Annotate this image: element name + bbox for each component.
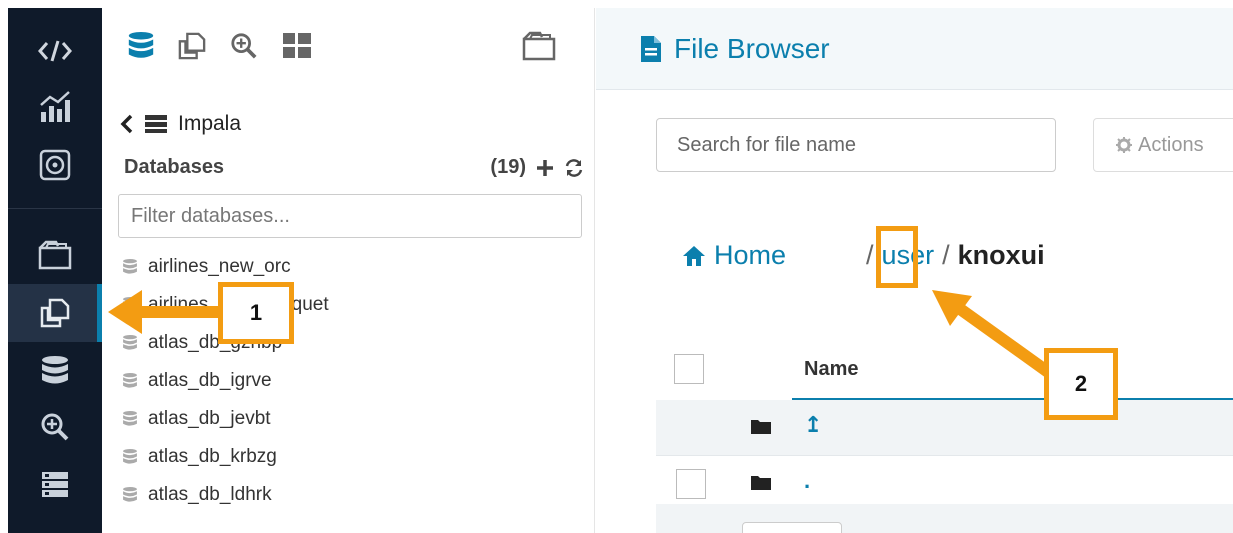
arrow-2-shaft (952, 301, 1052, 377)
callout-box-1: 1 (218, 282, 294, 344)
arrow-1-head (108, 290, 142, 334)
callout-box-2: 2 (1044, 348, 1118, 420)
annotation-arrows (108, 290, 1052, 377)
highlight-root-slash (876, 226, 918, 288)
